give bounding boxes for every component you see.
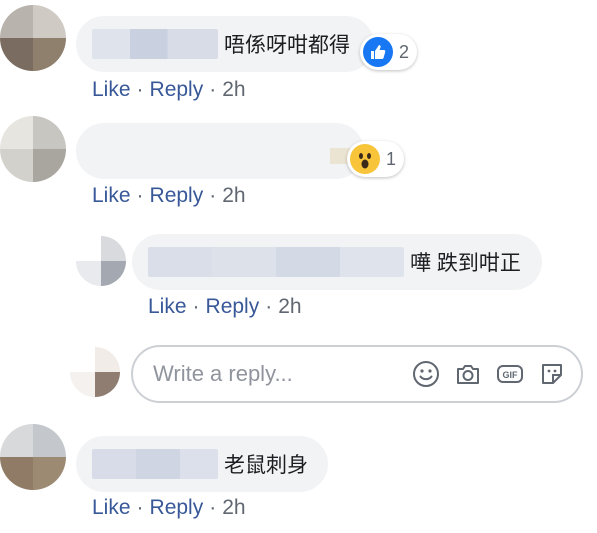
- separator: ·: [136, 496, 144, 519]
- reply-actions: Like · Reply · 2h: [148, 295, 302, 319]
- reply-toolbar: GIF: [411, 359, 567, 389]
- timestamp[interactable]: 2h: [222, 78, 245, 101]
- separator: ·: [209, 78, 217, 101]
- camera-icon[interactable]: [453, 359, 483, 389]
- reaction-summary[interactable]: 2: [360, 34, 418, 70]
- avatar[interactable]: [76, 236, 126, 286]
- avatar[interactable]: [0, 5, 66, 71]
- separator: ·: [209, 184, 217, 207]
- reply-link[interactable]: Reply: [150, 184, 204, 207]
- reply-link[interactable]: Reply: [150, 78, 204, 101]
- timestamp[interactable]: 2h: [278, 295, 301, 318]
- smile-icon[interactable]: [411, 359, 441, 389]
- reaction-summary[interactable]: 1: [347, 141, 405, 177]
- like-link[interactable]: Like: [92, 496, 131, 519]
- sticker-icon[interactable]: [537, 359, 567, 389]
- gif-icon[interactable]: GIF: [495, 359, 525, 389]
- timestamp[interactable]: 2h: [222, 184, 245, 207]
- comment-actions: Like · Reply · 2h: [92, 78, 246, 102]
- comment-bubble: [76, 123, 364, 179]
- commenter-name[interactable]: [92, 136, 342, 166]
- reply-input-box[interactable]: GIF: [131, 345, 583, 403]
- separator: ·: [136, 78, 144, 101]
- commenter-name[interactable]: [92, 449, 218, 479]
- timestamp[interactable]: 2h: [222, 496, 245, 519]
- comment-actions: Like · Reply · 2h: [92, 496, 246, 520]
- comment-bubble: 老鼠刺身: [76, 436, 328, 492]
- reaction-count: 2: [399, 41, 410, 62]
- reply-bubble: 嘩 跌到咁正: [132, 234, 542, 290]
- like-link[interactable]: Like: [148, 295, 187, 318]
- like-link[interactable]: Like: [92, 184, 131, 207]
- separator: ·: [209, 496, 217, 519]
- reply-text: 嘩 跌到咁正: [410, 252, 521, 275]
- commenter-name[interactable]: [92, 29, 218, 59]
- current-user-avatar: [70, 347, 120, 397]
- comment-bubble: 唔係呀咁都得: [76, 16, 374, 72]
- separator: ·: [192, 295, 200, 318]
- svg-text:GIF: GIF: [503, 370, 519, 380]
- reply-link[interactable]: Reply: [206, 295, 260, 318]
- reply-link[interactable]: Reply: [150, 496, 204, 519]
- comment-text: 老鼠刺身: [224, 454, 308, 477]
- wow-icon: [350, 144, 380, 174]
- separator: ·: [265, 295, 273, 318]
- avatar[interactable]: [0, 424, 66, 490]
- like-link[interactable]: Like: [92, 78, 131, 101]
- commenter-name[interactable]: [148, 247, 404, 277]
- reply-input[interactable]: [151, 360, 395, 388]
- separator: ·: [136, 184, 144, 207]
- reaction-count: 1: [386, 148, 397, 169]
- avatar[interactable]: [0, 116, 66, 182]
- like-icon: [363, 37, 393, 67]
- comment-text: 唔係呀咁都得: [224, 34, 350, 57]
- comment-actions: Like · Reply · 2h: [92, 184, 246, 208]
